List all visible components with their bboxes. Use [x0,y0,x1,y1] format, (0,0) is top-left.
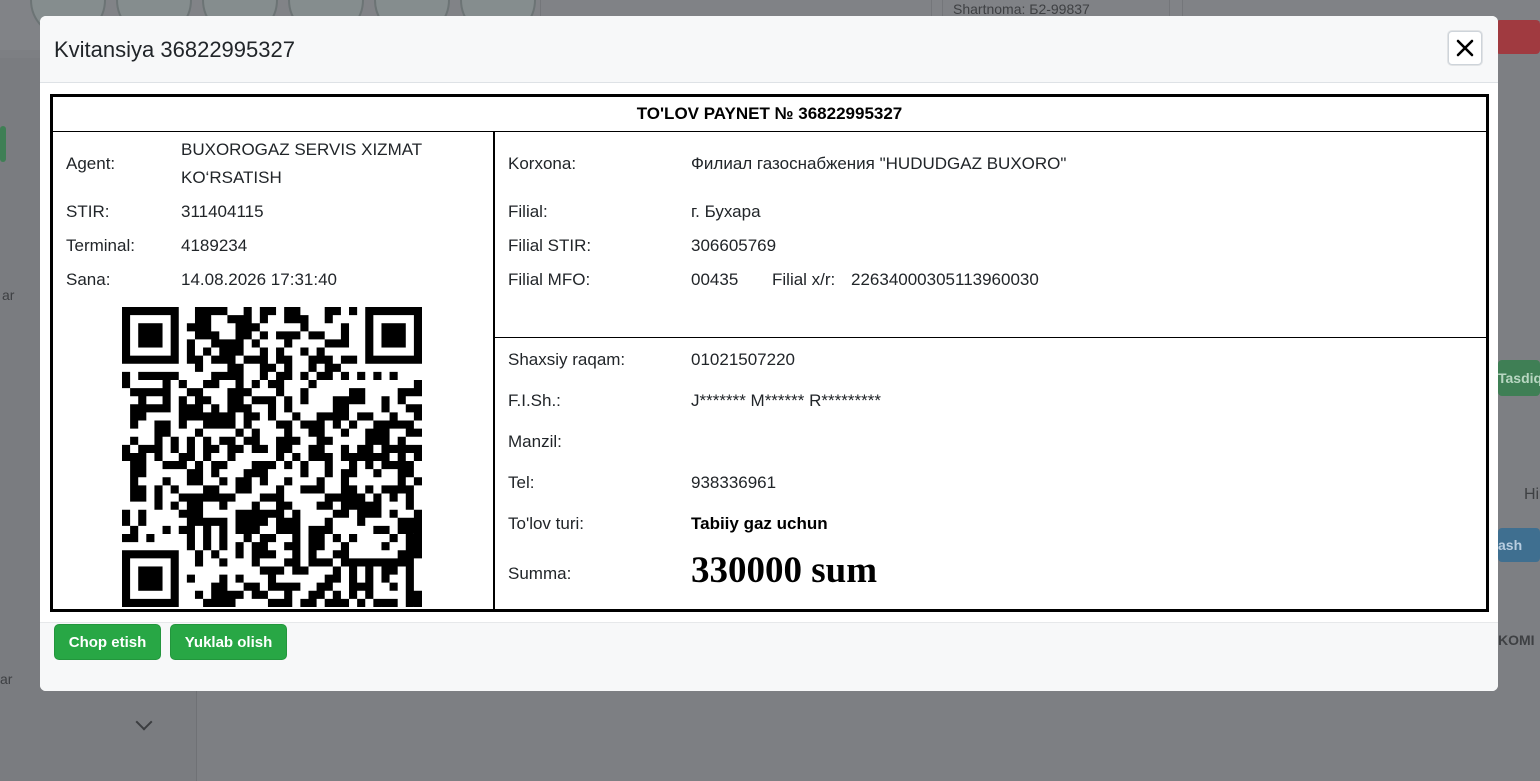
shaxsiy-raqam-label: Shaxsiy raqam: [508,350,626,369]
filial-mfo-value: 00435 [691,270,739,289]
qr-code-icon [122,307,422,607]
background-fragment: KOMI [1498,632,1535,648]
agent-label: Agent: [66,154,116,173]
tolov-turi-label: To'lov turi: [508,514,584,533]
close-button[interactable] [1448,31,1482,65]
background-fragment: Hi [1524,486,1540,503]
filial-label: Filial: [508,202,548,221]
background-sidebar-text: ar [2,287,15,303]
background-confirm-button: Tasdiq [1498,360,1540,396]
korxona-label: Korxona: [508,154,577,173]
background-blue-button: ash [1498,528,1540,562]
close-icon [1456,39,1474,57]
receipt-divider-vertical [493,132,495,612]
sana-value: 14.08.2026 17:31:40 [181,270,337,289]
background-sidebar-text: ar [0,671,13,687]
qr-finder-pattern [381,323,406,348]
tolov-turi-value: Tabiiy gaz uchun [691,514,828,533]
receipt-table: TO'LOV PAYNET № 36822995327 Agent: BUXOR… [50,94,1489,612]
stir-label: STIR: [66,202,110,221]
receipt-heading: TO'LOV PAYNET № 36822995327 [53,97,1486,132]
summa-label: Summa: [508,564,572,583]
agent-value-line2: KO‘RSATISH [181,168,282,187]
background-sidebar-active [0,126,6,162]
qr-finder-pattern [138,566,163,591]
modal-title: Kvitansiya 36822995327 [54,37,295,62]
terminal-value: 4189234 [181,236,248,255]
fish-value: J******* M****** R********* [691,391,881,410]
background-confirm-label: Tasdiq [1498,370,1540,386]
filial-mfo-label: Filial MFO: [508,270,591,289]
sana-label: Sana: [66,270,111,289]
filial-stir-value: 306605769 [691,236,777,255]
download-button[interactable]: Yuklab olish [170,624,287,660]
tel-value: 938336961 [691,473,777,492]
korxona-value: Филиал газоснабжения "HUDUDGAZ BUXORO" [691,154,1067,173]
print-button[interactable]: Chop etish [54,624,161,660]
terminal-label: Terminal: [66,236,135,255]
shaxsiy-raqam-value: 01021507220 [691,350,796,369]
stir-value: 311404115 [181,202,264,221]
modal-header: Kvitansiya 36822995327 [40,16,1498,83]
filial-xr-label: Filial x/r: [772,270,836,289]
fish-label: F.I.Sh.: [508,391,561,410]
filial-stir-label: Filial STIR: [508,236,592,255]
tel-label: Tel: [508,473,535,492]
receipt-divider-horizontal [495,337,1486,338]
filial-xr-value: 22634000305113960030 [851,270,1039,289]
filial-value: г. Бухара [691,202,761,221]
background-blue-label: ash [1498,537,1523,553]
manzil-label: Manzil: [508,432,562,451]
background-contract-label: Shartnoma: Б2-99837 [953,1,1090,17]
agent-value-line1: BUXOROGAZ SERVIS XIZMAT [181,140,423,159]
background-red-button [1496,20,1540,54]
summa-value: 330000 sum [691,550,878,591]
qr-finder-pattern [138,323,163,348]
